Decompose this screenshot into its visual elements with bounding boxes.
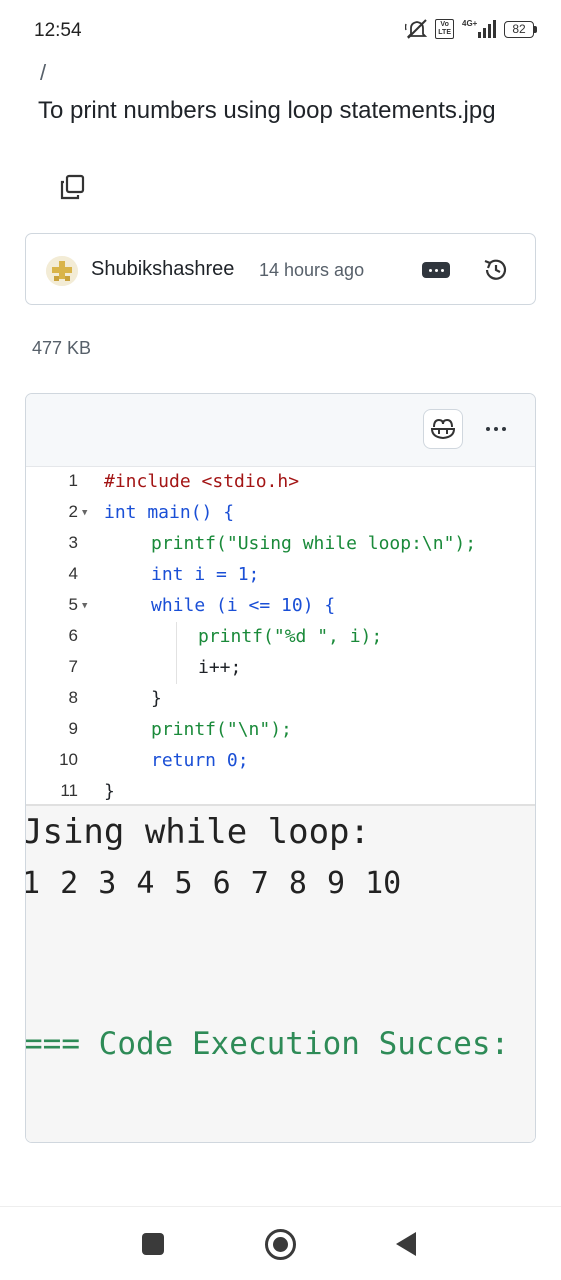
code-text: printf("Using while loop:\n"); [151,533,477,554]
code-line: 8 } [68,688,162,709]
status-icons: Vo LTE 4G+ 82 [405,18,537,40]
output-heading: Jsing while loop: [25,812,370,852]
fold-arrow-icon[interactable]: ▼ [82,601,87,611]
code-text: } [151,688,162,709]
code-text: int main() { [104,502,235,523]
code-text: i++; [198,657,242,678]
code-text: printf("\n"); [151,719,292,740]
code-line: 4 int i = 1; [68,564,260,585]
viewer-toolbar [26,394,535,464]
code-line: 7 i++; [68,657,242,678]
commit-author[interactable]: Shubikshashree [91,258,234,281]
file-size: 477 KB [32,338,92,358]
code-line: 6 printf("%d ", i); [68,626,383,647]
recents-button[interactable] [142,1233,164,1255]
more-options-button[interactable] [486,427,506,431]
code-line: 9 printf("\n"); [68,719,292,740]
code-line: 2 ▼ int main() { [68,502,235,523]
screenshot-image: 1 #include <stdio.h> 2 ▼ int main() { 3 … [25,466,535,1142]
code-line: 10 return 0; [59,750,249,771]
output-numbers: 1 2 3 4 5 6 7 8 9 10 [25,866,402,901]
breadcrumb[interactable]: / [40,60,46,86]
commit-time[interactable]: 14 hours ago [259,260,364,281]
execution-status: === Code Execution Succes: [25,1026,510,1062]
code-text: return 0; [151,750,249,771]
code-text: int i = 1; [151,564,260,585]
status-time: 12:54 [34,20,82,41]
status-bar: 12:54 Vo LTE 4G+ 82 [0,0,561,62]
back-button[interactable] [396,1232,416,1256]
console-output: Jsing while loop: 1 2 3 4 5 6 7 8 9 10 =… [25,804,535,1142]
code-line: 1 #include <stdio.h> [68,471,300,492]
network-label: 4G+ [462,19,478,28]
copilot-icon [430,418,456,440]
volte-icon: Vo LTE [435,19,454,39]
fold-arrow-icon[interactable]: ▼ [82,508,87,518]
code-text: #include <stdio.h> [104,471,300,492]
code-text: } [104,781,115,802]
file-title: To print numbers using loop statements.j… [38,97,496,124]
system-nav-bar [0,1206,561,1280]
mute-icon [405,19,428,39]
home-button[interactable] [265,1229,296,1260]
code-editor: 1 #include <stdio.h> 2 ▼ int main() { 3 … [26,466,535,804]
signal-icon: 4G+ [462,19,496,38]
copilot-button[interactable] [423,409,463,449]
code-text: while (i <= 10) { [151,595,336,616]
commit-message-toggle-button[interactable] [422,262,450,278]
history-icon[interactable] [482,256,510,284]
battery-icon: 82 [504,20,537,38]
code-line: 5 ▼ while (i <= 10) { [68,595,336,616]
code-line: 3 printf("Using while loop:\n"); [68,533,477,554]
copy-path-icon[interactable] [58,172,88,202]
image-viewer: 1 #include <stdio.h> 2 ▼ int main() { 3 … [25,393,536,1143]
battery-level: 82 [504,20,534,38]
code-text: printf("%d ", i); [198,626,383,647]
latest-commit-card: Shubikshashree 14 hours ago [25,233,536,305]
avatar[interactable] [46,256,78,286]
